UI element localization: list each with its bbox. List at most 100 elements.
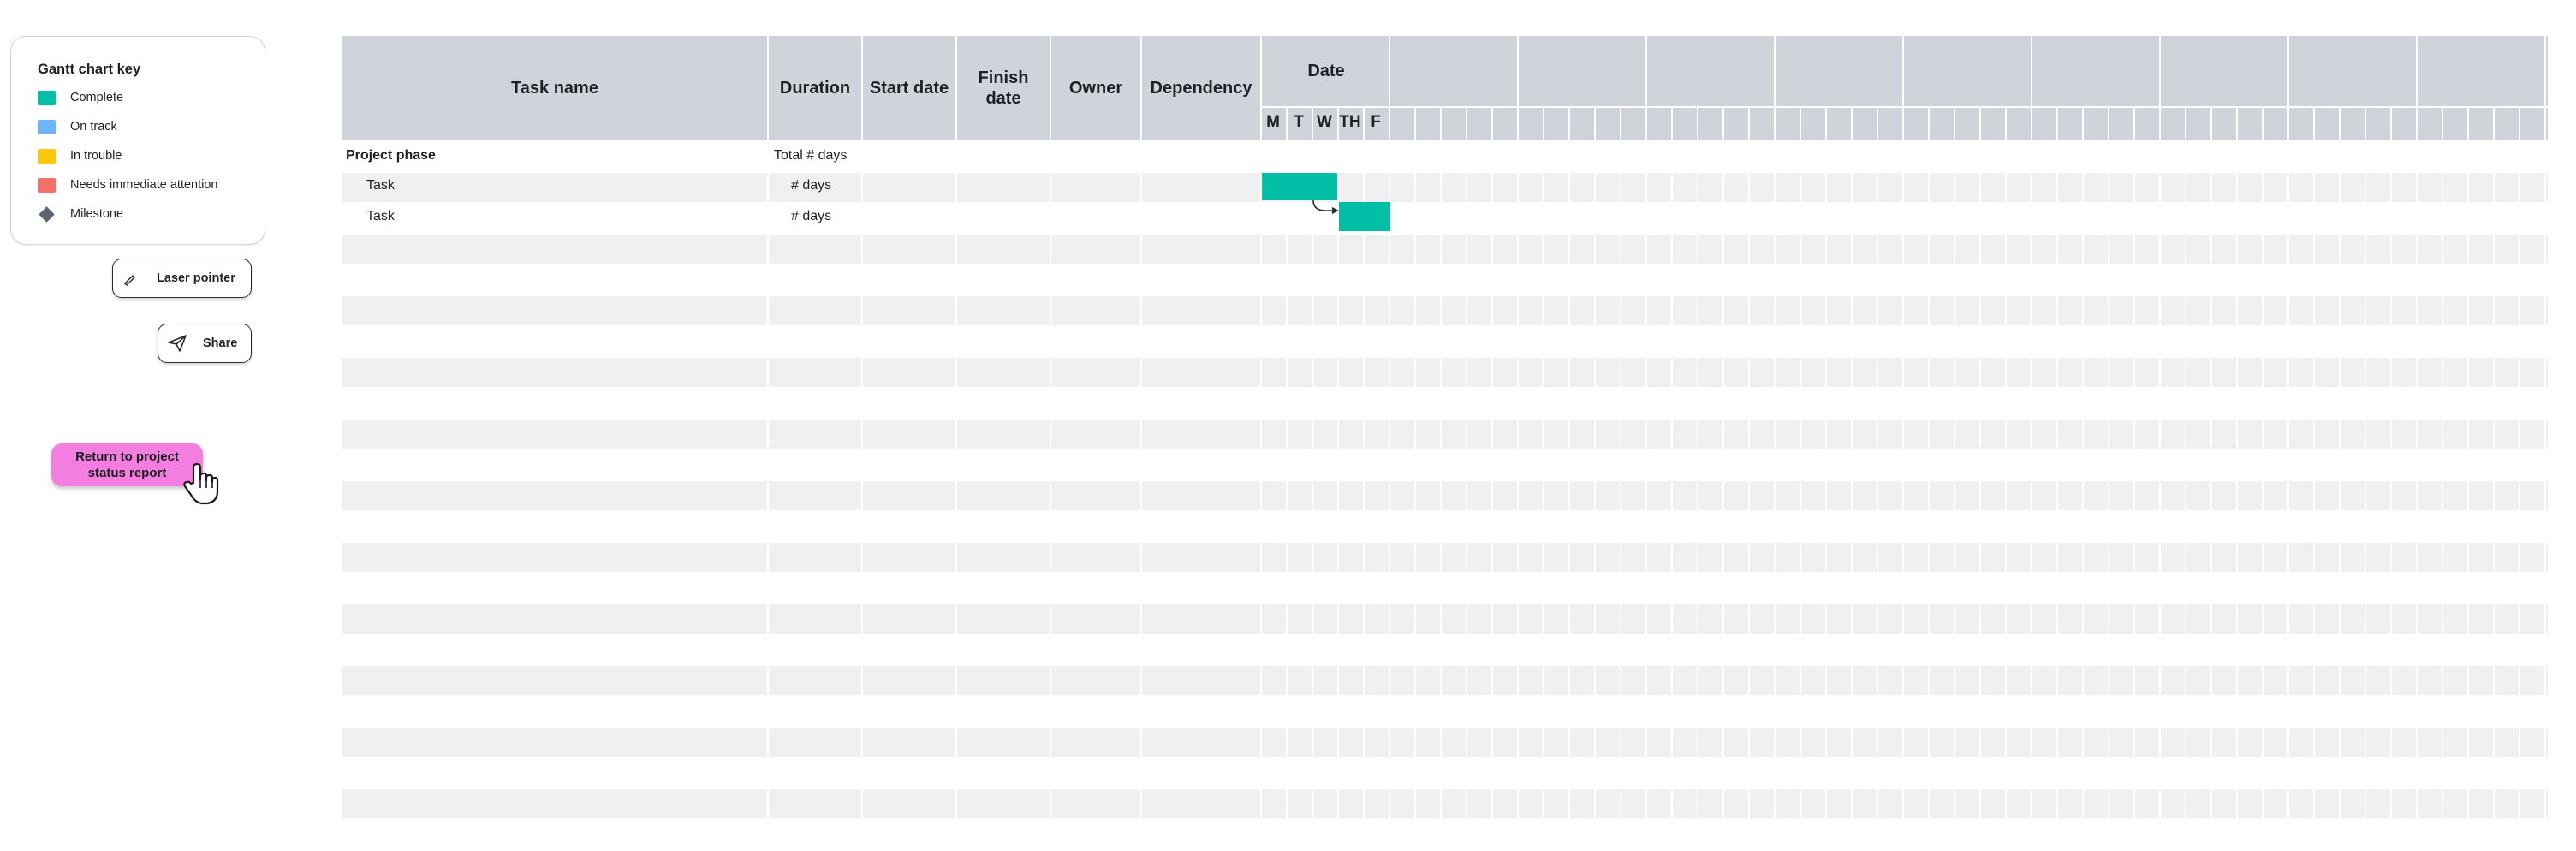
on-track-swatch-icon — [38, 119, 56, 134]
day-column-divider — [2236, 106, 2238, 820]
day-column-divider — [2056, 106, 2058, 820]
day-column-divider — [1902, 36, 1904, 820]
day-column-divider — [1979, 106, 1981, 820]
return-to-status-report-button[interactable]: Return to project status report — [51, 443, 203, 486]
day-column-divider — [1722, 106, 1724, 820]
day-column-divider — [1440, 106, 1442, 820]
key-item-milestone: Milestone — [38, 205, 123, 223]
row-task-2-duration: # days — [791, 209, 832, 223]
header-date: Date — [1307, 62, 1345, 80]
day-column-divider — [2544, 36, 2546, 820]
column-divider — [955, 36, 957, 820]
column-divider — [1260, 36, 1262, 820]
dependency-arrow-icon — [1310, 199, 1341, 222]
share-label: Share — [203, 336, 238, 350]
day-column-divider — [2082, 106, 2084, 820]
day-column-divider — [1620, 106, 1621, 820]
table-row — [342, 420, 2548, 449]
day-column-divider — [2031, 36, 2032, 820]
day-monday: M — [1266, 113, 1280, 131]
key-item-label: In trouble — [70, 149, 122, 163]
day-column-divider — [2108, 106, 2109, 820]
day-column-divider — [1491, 106, 1493, 820]
day-column-divider — [1389, 36, 1390, 820]
column-divider — [1140, 36, 1142, 820]
day-column-divider — [2287, 36, 2289, 820]
day-column-divider — [1568, 106, 1570, 820]
row-task-1-duration: # days — [791, 178, 832, 193]
table-row — [342, 296, 2548, 325]
table-row — [342, 173, 2548, 202]
complete-swatch-icon — [38, 90, 56, 105]
day-column-divider — [2005, 106, 2007, 820]
table-row — [342, 666, 2548, 695]
send-icon — [167, 334, 187, 353]
day-column-divider — [2159, 36, 2161, 820]
key-item-needs-attention: Needs immediate attention — [38, 176, 218, 194]
share-button[interactable]: Share — [158, 324, 252, 363]
day-tuesday: T — [1294, 113, 1304, 131]
day-wednesday: W — [1317, 113, 1332, 131]
gantt-bar-task-1[interactable] — [1262, 173, 1337, 200]
header-dependency: Dependency — [1150, 79, 1252, 98]
table-row — [342, 604, 2548, 634]
day-friday: F — [1371, 113, 1381, 131]
key-item-label: On track — [70, 120, 117, 134]
hand-cursor-icon — [181, 462, 223, 511]
return-button-label: Return to project status report — [75, 449, 179, 481]
header-duration: Duration — [779, 79, 851, 98]
day-column-divider — [1954, 106, 1955, 820]
row-task-2-name: Task — [366, 209, 395, 223]
laser-pointer-label: Laser pointer — [157, 271, 235, 285]
needs-attention-swatch-icon — [38, 177, 56, 193]
table-row — [342, 543, 2548, 572]
key-item-label: Needs immediate attention — [70, 178, 218, 192]
day-column-divider — [2313, 106, 2315, 820]
laser-pointer-icon — [122, 271, 137, 286]
header-finish-date: Finish date — [978, 68, 1029, 108]
table-row — [342, 789, 2548, 818]
key-item-on-track: On track — [38, 117, 117, 136]
row-project-phase-duration: Total # days — [774, 148, 848, 163]
day-column-divider — [1671, 106, 1673, 820]
day-column-divider — [1414, 106, 1416, 820]
day-column-divider — [1825, 106, 1827, 820]
key-item-complete: Complete — [38, 88, 123, 107]
day-column-divider — [2493, 106, 2495, 820]
day-column-divider — [1543, 106, 1544, 820]
in-trouble-swatch-icon — [38, 148, 56, 164]
day-column-divider — [1517, 36, 1519, 820]
day-column-divider — [2467, 106, 2469, 820]
gantt-key-title: Gantt chart key — [38, 62, 141, 77]
day-column-divider — [2519, 106, 2520, 820]
date-header-divider — [1260, 106, 2548, 108]
day-column-divider — [2339, 106, 2341, 820]
day-column-divider — [2185, 106, 2186, 820]
row-task-1-name: Task — [366, 178, 395, 193]
day-column-divider — [1877, 106, 1878, 820]
laser-pointer-button[interactable]: Laser pointer — [112, 259, 252, 298]
day-column-divider — [1697, 106, 1698, 820]
header-owner: Owner — [1068, 79, 1123, 98]
day-column-divider — [2390, 106, 2392, 820]
header-start-date: Start date — [869, 79, 949, 98]
key-item-label: Complete — [70, 91, 124, 104]
key-item-label: Milestone — [70, 207, 124, 221]
day-column-divider — [2133, 106, 2135, 820]
day-column-divider — [2210, 106, 2212, 820]
table-row — [342, 235, 2548, 264]
day-column-divider — [1800, 106, 1801, 820]
gantt-bar-task-2[interactable] — [1339, 202, 1390, 231]
day-column-divider — [2365, 106, 2366, 820]
day-column-divider — [1851, 106, 1853, 820]
day-column-divider — [2416, 36, 2418, 820]
table-row — [342, 481, 2548, 510]
return-label-line1: Return to project — [75, 449, 179, 464]
column-divider — [1050, 36, 1051, 820]
day-thursday: TH — [1339, 113, 1361, 131]
return-label-line2: status report — [87, 466, 167, 480]
day-column-divider — [1466, 106, 1467, 820]
day-column-divider — [1748, 106, 1750, 820]
column-divider — [861, 36, 863, 820]
day-column-divider — [1286, 106, 1288, 820]
